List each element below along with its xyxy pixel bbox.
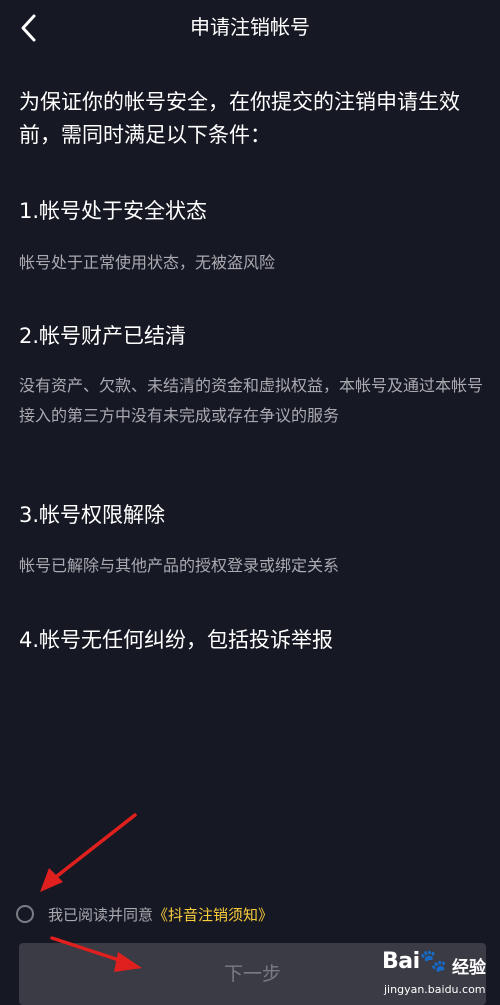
watermark: Bai🐾 经验 jingyan.baidu.com: [382, 945, 500, 1003]
intro-text: 为保证你的帐号安全，在你提交的注销申请生效前，需同时满足以下条件：: [19, 90, 460, 147]
condition-title-2: 2.帐号财产已结清: [19, 324, 187, 348]
watermark-url: jingyan.baidu.com: [384, 983, 486, 996]
header-bar: 申请注销帐号: [0, 0, 500, 56]
agreement-text: 我已阅读并同意: [48, 905, 154, 924]
watermark-logo: Bai🐾: [382, 949, 447, 974]
watermark-text: 经验: [452, 958, 486, 978]
condition-desc-1: 帐号处于正常使用状态，无被盗风险: [19, 253, 276, 272]
page-title: 申请注销帐号: [190, 15, 310, 39]
condition-desc-2: 没有资产、欠款、未结清的资金和虚拟权益，本帐号及通过本帐号接入的第三方中没有未完…: [19, 376, 484, 425]
condition-title-1: 1.帐号处于安全状态: [19, 199, 208, 223]
arrow-head-1: [40, 868, 63, 892]
agreement-row: 我已阅读并同意 《抖音注销须知》: [16, 901, 273, 927]
agreement-link[interactable]: 《抖音注销须知》: [153, 904, 273, 925]
arrow-line-1: [50, 813, 137, 882]
condition-title-4: 4.帐号无任何纠纷，包括投诉举报: [19, 628, 334, 652]
agree-radio[interactable]: [16, 905, 34, 923]
condition-title-3: 3.帐号权限解除: [19, 503, 166, 527]
condition-desc-3: 帐号已解除与其他产品的授权登录或绑定关系: [19, 556, 340, 575]
